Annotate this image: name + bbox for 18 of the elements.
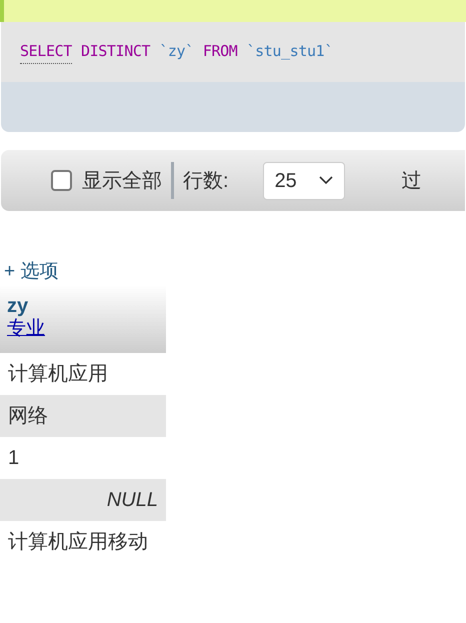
- show-all-checkbox[interactable]: [51, 170, 72, 191]
- show-all-label: 显示全部: [82, 168, 162, 194]
- filter-label: 过: [402, 168, 422, 194]
- chevron-down-icon: [318, 176, 333, 185]
- options-link[interactable]: + 选项: [4, 259, 466, 285]
- sql-identifier: `zy`: [159, 41, 194, 62]
- table-cell: 计算机应用: [0, 353, 166, 395]
- column-name[interactable]: zy: [7, 295, 28, 317]
- rows-select[interactable]: 25: [262, 162, 345, 200]
- sql-keyword: FROM: [202, 41, 238, 62]
- sql-keyword[interactable]: SELECT: [20, 40, 72, 64]
- rows-label: 行数:: [183, 168, 229, 194]
- sql-keyword: DISTINCT: [80, 41, 150, 62]
- table-cell: 1: [0, 437, 166, 479]
- column-comment: 专业: [7, 317, 45, 341]
- sql-identifier: `stu_stu1`: [246, 41, 333, 62]
- null-cell: NULL: [0, 479, 166, 521]
- table-cell: 网络: [0, 395, 166, 437]
